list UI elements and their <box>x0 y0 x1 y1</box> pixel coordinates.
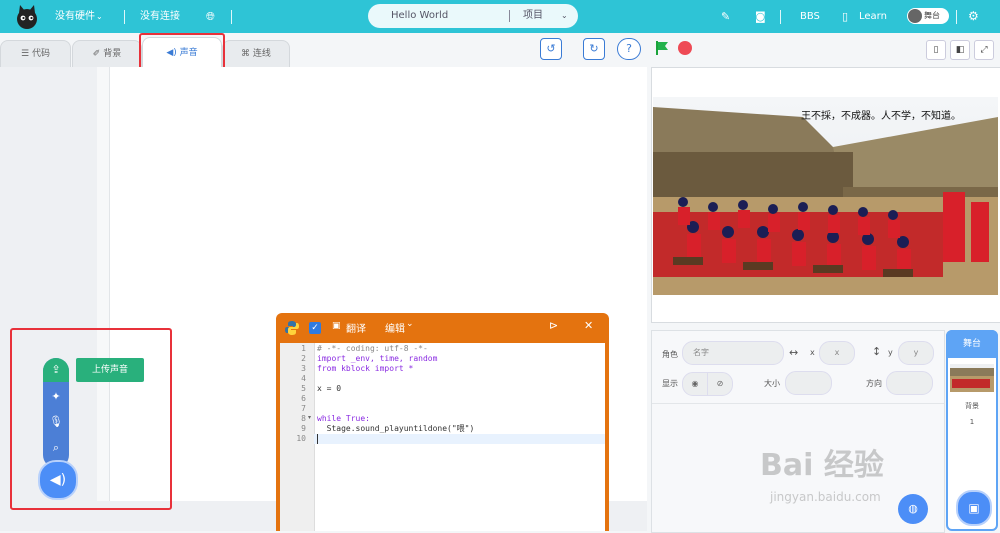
book-icon[interactable]: ▯ <box>842 0 848 33</box>
chevron-down-icon[interactable]: ⌄ <box>561 4 568 28</box>
show-label: 显示 <box>662 379 678 388</box>
line-number: 2 <box>301 354 306 363</box>
line-number: 8 <box>301 414 306 423</box>
sprite-name-input[interactable]: 名字 <box>682 341 784 365</box>
stop-icon[interactable] <box>677 40 693 56</box>
backdrop-thumbnail[interactable] <box>950 364 994 392</box>
hardware-chevron-icon[interactable]: ⌄ <box>96 0 103 33</box>
current-line-highlight <box>314 434 605 444</box>
size-input[interactable] <box>785 371 832 395</box>
project-bar: Hello World 项目 ⌄ <box>368 4 578 28</box>
green-flag-icon[interactable] <box>654 40 670 56</box>
gear-icon[interactable]: ⚙ <box>968 0 979 33</box>
line-number: 1 <box>301 344 306 353</box>
bbs-link[interactable]: BBS <box>800 0 820 33</box>
globe-icon[interactable]: 🌐︎ <box>206 0 215 33</box>
run-icon[interactable]: ⊳ <box>549 319 558 332</box>
arrows-horizontal-icon: ↔ <box>789 346 799 359</box>
code-line: from kblock import * <box>317 364 414 373</box>
add-backdrop-button[interactable]: ▣ <box>956 490 992 526</box>
brush-icon: ✐ <box>92 49 104 59</box>
divider <box>956 10 957 24</box>
x-input[interactable]: x <box>819 341 855 365</box>
eye-icon[interactable]: ◉ <box>682 372 708 396</box>
line-number: 6 <box>301 394 306 403</box>
translate-icon[interactable]: ▣ <box>332 321 341 331</box>
divider <box>780 10 781 24</box>
highlight-box <box>10 328 172 510</box>
tab-code-label: 代码 <box>31 49 50 59</box>
tab-code[interactable]: ☰ 代码 <box>0 40 71 67</box>
divider <box>231 10 232 24</box>
redo-icon[interactable]: ↻ <box>583 38 605 60</box>
tab-wiring[interactable]: ⌘ 连线 <box>222 40 290 67</box>
line-number: 3 <box>301 364 306 373</box>
sprite-label: 角色 <box>662 350 678 359</box>
y-input[interactable]: y <box>898 341 934 365</box>
stage-toggle-label: 舞台 <box>924 11 940 20</box>
hardware-menu[interactable]: 没有硬件 <box>55 0 95 33</box>
code-line: Stage.sound_playuntildone("喂") <box>317 424 475 433</box>
stage-card-title: 舞台 <box>946 330 998 358</box>
top-bar: 没有硬件 ⌄ 没有连接 🌐︎ Hello World 项目 ⌄ ✎ ◙ BBS … <box>0 0 1000 33</box>
stage-caption: 王不採，不成器。人不学，不知道。 <box>801 109 961 122</box>
translate-button[interactable]: 翻译 <box>346 320 366 335</box>
learn-link[interactable]: Learn <box>859 0 887 33</box>
backdrop-count: 1 <box>969 418 975 426</box>
divider <box>509 10 510 22</box>
size-label: 大小 <box>764 379 780 388</box>
arrows-vertical-icon: ↕ <box>872 345 882 358</box>
camera-icon[interactable]: ◙ <box>755 0 766 33</box>
code-line: # -*- coding: utf-8 -*- <box>317 344 428 353</box>
stage-toggle[interactable]: 舞台 <box>907 8 949 24</box>
backdrop-label: 背景 <box>965 402 979 410</box>
watermark: Bai 经验 <box>760 448 884 483</box>
code-icon: ☰ <box>21 49 32 59</box>
line-number: 9 <box>301 424 306 433</box>
add-sprite-button[interactable]: ◍ <box>898 494 928 524</box>
project-name[interactable]: Hello World <box>391 4 448 28</box>
small-stage-icon[interactable]: ▯ <box>926 40 946 60</box>
checkbox-icon[interactable]: ✓ <box>309 322 321 334</box>
pencil-icon[interactable]: ✎ <box>721 0 730 33</box>
fullscreen-icon[interactable]: ⤢ <box>974 40 994 60</box>
text-cursor <box>317 434 318 444</box>
python-icon <box>285 321 299 335</box>
stage-backdrop-image[interactable]: 王不採，不成器。人不学，不知道。 <box>653 97 998 295</box>
direction-input[interactable] <box>886 371 933 395</box>
tab-backdrop[interactable]: ✐ 背景 <box>72 40 142 67</box>
line-number: 4 <box>301 374 306 383</box>
divider <box>652 403 944 404</box>
large-stage-icon[interactable]: ◧ <box>950 40 970 60</box>
divider <box>124 10 125 24</box>
toggle-knob <box>908 9 922 23</box>
y-label: y <box>888 348 893 357</box>
code-line: while True: <box>317 414 370 423</box>
connection-menu[interactable]: 没有连接 <box>140 0 180 33</box>
chevron-down-icon[interactable]: ⌄ <box>406 319 414 329</box>
watermark-url: jingyan.baidu.com <box>770 490 881 504</box>
line-number: 10 <box>296 434 306 443</box>
line-number: 7 <box>301 404 306 413</box>
undo-icon[interactable]: ↺ <box>540 38 562 60</box>
line-number: 5 <box>301 384 306 393</box>
logo-icon[interactable] <box>14 4 40 30</box>
tab-wiring-label: 连线 <box>252 49 271 59</box>
project-menu[interactable]: 项目 <box>523 4 543 28</box>
tab-backdrop-label: 背景 <box>103 49 122 59</box>
help-icon[interactable]: ? <box>617 38 641 60</box>
close-icon[interactable]: ✕ <box>584 319 593 332</box>
code-line: import _env, time, random <box>317 354 438 363</box>
edit-menu[interactable]: 编辑 <box>385 320 405 335</box>
direction-label: 方向 <box>866 379 882 388</box>
wire-icon: ⌘ <box>241 49 253 59</box>
x-label: x <box>810 348 815 357</box>
eye-slash-icon[interactable]: ⊘ <box>707 372 733 396</box>
fold-icon[interactable]: ▾ <box>308 414 311 421</box>
code-line: x = 0 <box>317 384 342 393</box>
